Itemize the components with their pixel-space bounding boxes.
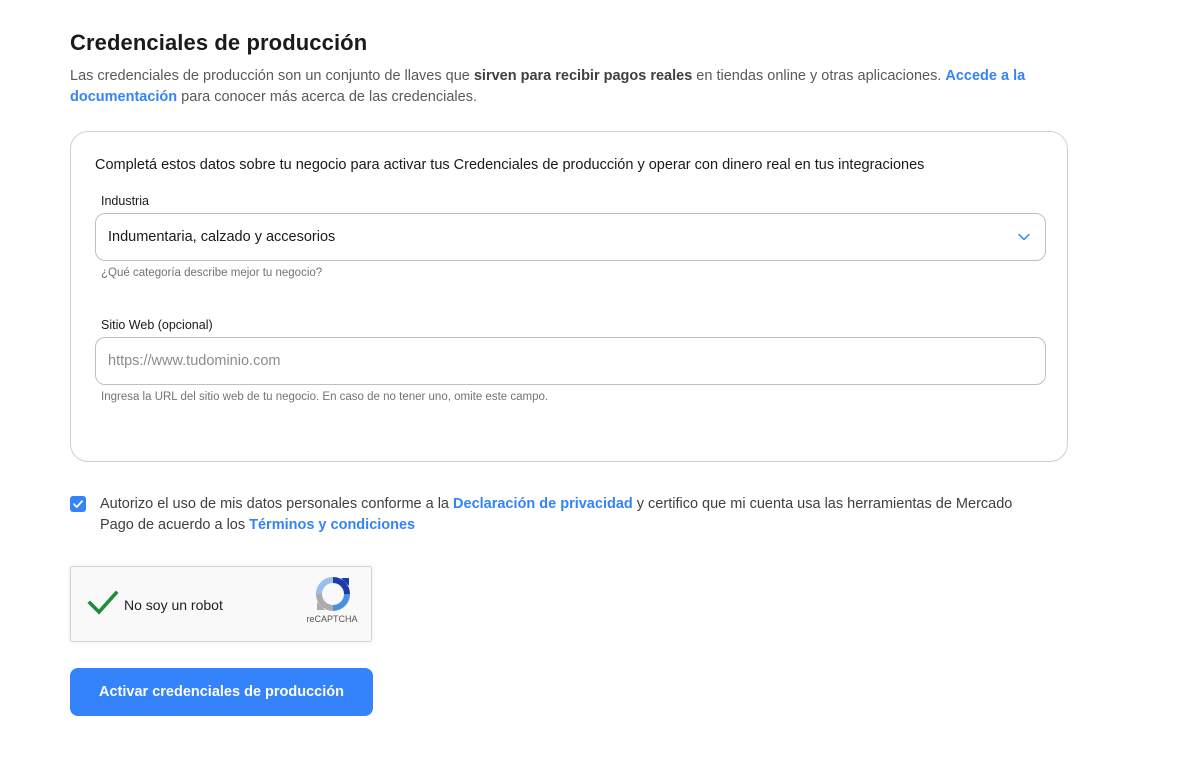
website-field: [95, 337, 1046, 385]
business-data-card: Completá estos datos sobre tu negocio pa…: [70, 131, 1068, 462]
description-text-1: Las credenciales de producción son un co…: [70, 68, 474, 84]
credentials-page: Credenciales de producción Las credencia…: [0, 0, 1177, 769]
recaptcha-logo-icon: [315, 576, 351, 612]
privacy-link[interactable]: Declaración de privacidad: [453, 496, 633, 512]
check-icon: [87, 590, 119, 615]
activate-credentials-button[interactable]: Activar credenciales de producción: [70, 668, 373, 716]
description-bold: sirven para recibir pagos reales: [473, 68, 693, 84]
page-title: Credenciales de producción: [70, 30, 368, 55]
consent-text: Autorizo el uso de mis datos personales …: [100, 494, 1050, 536]
description-text-3: para conocer más acerca de las credencia…: [177, 89, 477, 105]
consent-text-1: Autorizo el uso de mis datos personales …: [100, 496, 454, 512]
industry-helper: ¿Qué categoría describe mejor tu negocio…: [101, 267, 323, 279]
industry-select-value: Indumentaria, calzado y accesorios: [108, 229, 336, 245]
recaptcha-widget: No soy un robot reCAPTCHA: [70, 566, 372, 642]
description-text-2: en tiendas online y otras aplicaciones.: [692, 68, 946, 84]
captcha-label: No soy un robot: [124, 597, 223, 613]
page-description: Las credenciales de producción son un co…: [70, 66, 1070, 108]
chevron-down-icon: [1017, 230, 1031, 244]
captcha-checkbox[interactable]: [87, 589, 119, 617]
consent-checkbox[interactable]: [70, 496, 86, 512]
website-helper: Ingresa la URL del sitio web de tu negoc…: [101, 391, 549, 403]
check-icon: [73, 500, 83, 508]
industry-select[interactable]: Indumentaria, calzado y accesorios: [95, 213, 1046, 261]
website-label: Sitio Web (opcional): [101, 318, 213, 332]
terms-link[interactable]: Términos y condiciones: [249, 517, 415, 533]
website-input[interactable]: [96, 338, 1045, 384]
industry-label: Industria: [101, 194, 149, 208]
captcha-brand: reCAPTCHA: [306, 614, 358, 624]
card-intro: Completá estos datos sobre tu negocio pa…: [95, 157, 925, 173]
